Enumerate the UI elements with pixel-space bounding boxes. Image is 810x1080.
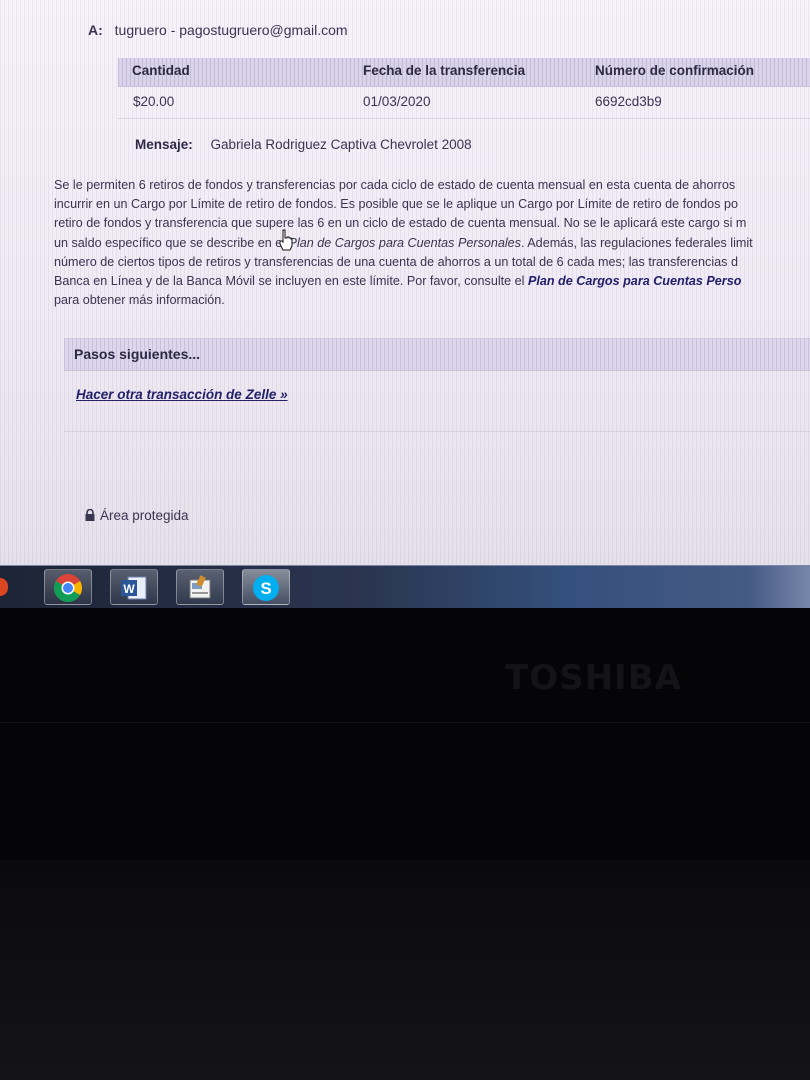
svg-text:S: S: [260, 579, 271, 598]
secure-area-label: Área protegida: [100, 508, 189, 523]
column-amount-header: Cantidad: [132, 63, 190, 78]
taskbar-tray-area: [750, 566, 810, 608]
notice-text: un saldo específico que se describe en e…: [54, 235, 289, 250]
mouse-cursor-icon: [279, 229, 293, 251]
notice-line: para obtener más información.: [54, 293, 225, 308]
notice-line: un saldo específico que se describe en e…: [54, 234, 810, 253]
word-icon: W: [121, 576, 147, 600]
skype-taskbar-button[interactable]: S: [242, 569, 290, 605]
document-viewer-icon: [189, 575, 211, 599]
notice-text: Banca en Línea y de la Banca Móvil se in…: [54, 274, 528, 289]
lock-icon: [85, 509, 95, 521]
withdrawal-limit-notice: Se le permiten 6 retiros de fondos y tra…: [54, 176, 810, 310]
transfer-table-header: Cantidad Fecha de la transferencia Númer…: [118, 58, 810, 87]
recipient-label: A:: [88, 22, 103, 38]
windows-taskbar: W S: [0, 565, 810, 608]
column-date-header: Fecha de la transferencia: [363, 63, 526, 78]
message-label: Mensaje:: [135, 137, 193, 152]
svg-text:W: W: [123, 582, 135, 596]
chrome-icon: [54, 574, 82, 602]
fee-plan-reference: Plan de Cargos para Cuentas Personales: [288, 235, 521, 250]
browser-screen: A: tugruero - pagostugruero@gmail.com Ca…: [0, 0, 810, 565]
notice-line: incurrir en un Cargo por Límite de retir…: [54, 197, 738, 212]
notice-text: . Además, las regulaciones federales lim…: [520, 235, 753, 250]
bezel-divider: [0, 722, 810, 723]
secure-area-indicator: Área protegida: [84, 508, 189, 523]
start-edge-icon[interactable]: [0, 578, 8, 596]
chrome-taskbar-button[interactable]: [44, 569, 92, 605]
message-line: Mensaje: Gabriela Rodriguez Captiva Chev…: [135, 137, 472, 152]
fee-plan-link[interactable]: Plan de Cargos para Cuentas Perso: [528, 274, 741, 288]
word-taskbar-button[interactable]: W: [110, 569, 158, 605]
column-confirmation-header: Número de confirmación: [595, 63, 755, 78]
document-viewer-taskbar-button[interactable]: [176, 569, 224, 605]
skype-icon: S: [253, 575, 279, 601]
laptop-brand-logo: TOSHIBA: [505, 658, 682, 698]
confirmation-number: 6692cd3b9: [595, 94, 662, 109]
new-zelle-transaction-link[interactable]: Hacer otra transacción de Zelle »: [76, 387, 288, 402]
next-steps-panel: Pasos siguientes... Hacer otra transacci…: [64, 338, 810, 432]
transfer-amount: $20.00: [133, 94, 175, 109]
notice-line: número de ciertos tipos de retiros y tra…: [54, 254, 738, 269]
table-row-divider: [118, 118, 810, 119]
notice-line: Banca en Línea y de la Banca Móvil se in…: [54, 272, 810, 291]
notice-line: retiro de fondos y transferencia que sup…: [54, 216, 747, 231]
laptop-base: [0, 860, 810, 1080]
transfer-date: 01/03/2020: [363, 94, 431, 109]
recipient-line: A: tugruero - pagostugruero@gmail.com: [88, 22, 348, 38]
notice-line: Se le permiten 6 retiros de fondos y tra…: [54, 178, 736, 192]
next-steps-title: Pasos siguientes...: [64, 339, 810, 371]
recipient-value: tugruero - pagostugruero@gmail.com: [114, 22, 348, 38]
message-value: Gabriela Rodriguez Captiva Chevrolet 200…: [210, 137, 472, 152]
